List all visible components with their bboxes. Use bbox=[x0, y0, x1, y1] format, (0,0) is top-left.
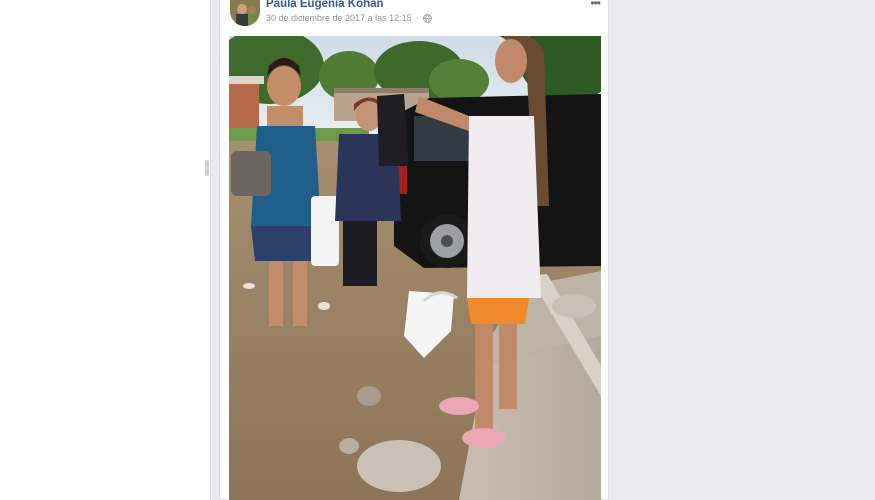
author-avatar[interactable] bbox=[230, 0, 260, 26]
post-photo[interactable] bbox=[229, 36, 601, 500]
left-sidebar bbox=[0, 0, 211, 500]
author-name-link[interactable]: Paula Eugenia Kohan bbox=[266, 0, 384, 10]
more-options-button[interactable]: ••• bbox=[590, 0, 601, 10]
post-meta: 30 de diciembre de 2017 a las 12:15 · bbox=[266, 13, 432, 23]
globe-icon bbox=[422, 13, 432, 23]
post-timestamp[interactable]: 30 de diciembre de 2017 a las 12:15 bbox=[266, 13, 412, 23]
right-column bbox=[612, 0, 875, 500]
ellipsis-icon: ••• bbox=[590, 0, 601, 10]
post-card: Paula Eugenia Kohan 30 de diciembre de 2… bbox=[219, 0, 609, 500]
panel-edge-handle bbox=[205, 160, 209, 176]
